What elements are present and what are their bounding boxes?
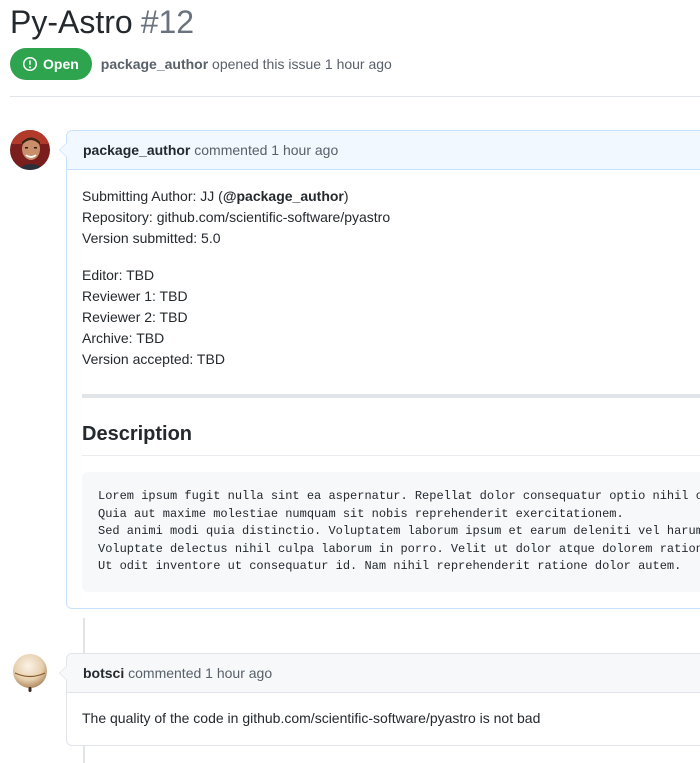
header-divider bbox=[10, 96, 700, 97]
archive-line: Archive: TBD bbox=[82, 330, 165, 346]
person-avatar-icon bbox=[10, 130, 50, 170]
comment-botsci: botsci commented 1 hour ago The quality … bbox=[59, 653, 700, 746]
code-line: Lorem ipsum fugit nulla sint ea aspernat… bbox=[98, 489, 700, 503]
review-info: Editor: TBD Reviewer 1: TBD Reviewer 2: … bbox=[82, 265, 700, 370]
author-mention-link[interactable]: @package_author bbox=[223, 188, 344, 204]
repository-line: Repository: github.com/scientific-softwa… bbox=[82, 209, 391, 225]
description-code-block: Lorem ipsum fugit nulla sint ea aspernat… bbox=[82, 472, 700, 592]
comment-author-link[interactable]: package_author bbox=[83, 142, 190, 158]
submitting-author-line: Submitting Author: JJ (@package_author) bbox=[82, 186, 700, 207]
comment-body: The quality of the code in github.com/sc… bbox=[67, 693, 700, 745]
issue-page: Py-Astro #12 Open package_author opened t… bbox=[0, 0, 700, 763]
code-line: Voluptate delectus nihil culpa laborum i… bbox=[98, 541, 700, 556]
state-badge: Open bbox=[10, 48, 92, 80]
submission-info: Submitting Author: JJ (@package_author) … bbox=[82, 186, 700, 249]
code-line: Sed animi modi quia distinctio. Voluptat… bbox=[98, 524, 700, 538]
comment-header: package_author commented 1 hour ago bbox=[67, 131, 700, 170]
timeline-connector bbox=[83, 618, 85, 653]
issue-number: #12 bbox=[140, 4, 195, 40]
description-heading: Description bbox=[82, 420, 700, 456]
comment-author-link[interactable]: botsci bbox=[83, 665, 124, 681]
issue-meta: Open package_author opened this issue 1 … bbox=[10, 48, 392, 80]
comment-header: botsci commented 1 hour ago bbox=[67, 654, 700, 693]
botsci-avatar[interactable] bbox=[10, 653, 50, 693]
version-submitted-line: Version submitted: 5.0 bbox=[82, 230, 221, 246]
issue-title: Py-Astro #12 bbox=[10, 2, 194, 42]
comment-package-author: package_author commented 1 hour ago Subm… bbox=[59, 130, 700, 609]
issue-open-icon bbox=[22, 56, 38, 72]
state-label: Open bbox=[43, 56, 79, 72]
section-divider bbox=[82, 394, 700, 398]
code-line: Ut odit inventore ut consequatur id. Nam… bbox=[98, 559, 682, 573]
package-author-avatar[interactable] bbox=[10, 130, 50, 170]
issue-opened-text: opened this issue 1 hour ago bbox=[212, 56, 392, 72]
submitting-author-close: ) bbox=[343, 188, 349, 204]
comment-body: Submitting Author: JJ (@package_author) … bbox=[67, 170, 700, 608]
comment-timestamp: commented 1 hour ago bbox=[128, 665, 273, 681]
issue-title-text: Py-Astro bbox=[10, 4, 133, 40]
bot-comment-text: The quality of the code in github.com/sc… bbox=[82, 710, 541, 726]
editor-line: Editor: TBD bbox=[82, 267, 155, 283]
issue-author-link[interactable]: package_author bbox=[101, 56, 208, 72]
bot-avatar-icon bbox=[13, 654, 47, 692]
submitting-author-label: Submitting Author: JJ ( bbox=[82, 188, 223, 204]
code-line: Quia aut maxime molestiae numquam sit no… bbox=[98, 506, 624, 521]
reviewer-2-line: Reviewer 2: TBD bbox=[82, 309, 188, 325]
issue-meta-text: package_author opened this issue 1 hour … bbox=[101, 56, 392, 72]
version-accepted-line: Version accepted: TBD bbox=[82, 351, 225, 367]
comment-timestamp: commented 1 hour ago bbox=[194, 142, 339, 158]
reviewer-1-line: Reviewer 1: TBD bbox=[82, 288, 188, 304]
